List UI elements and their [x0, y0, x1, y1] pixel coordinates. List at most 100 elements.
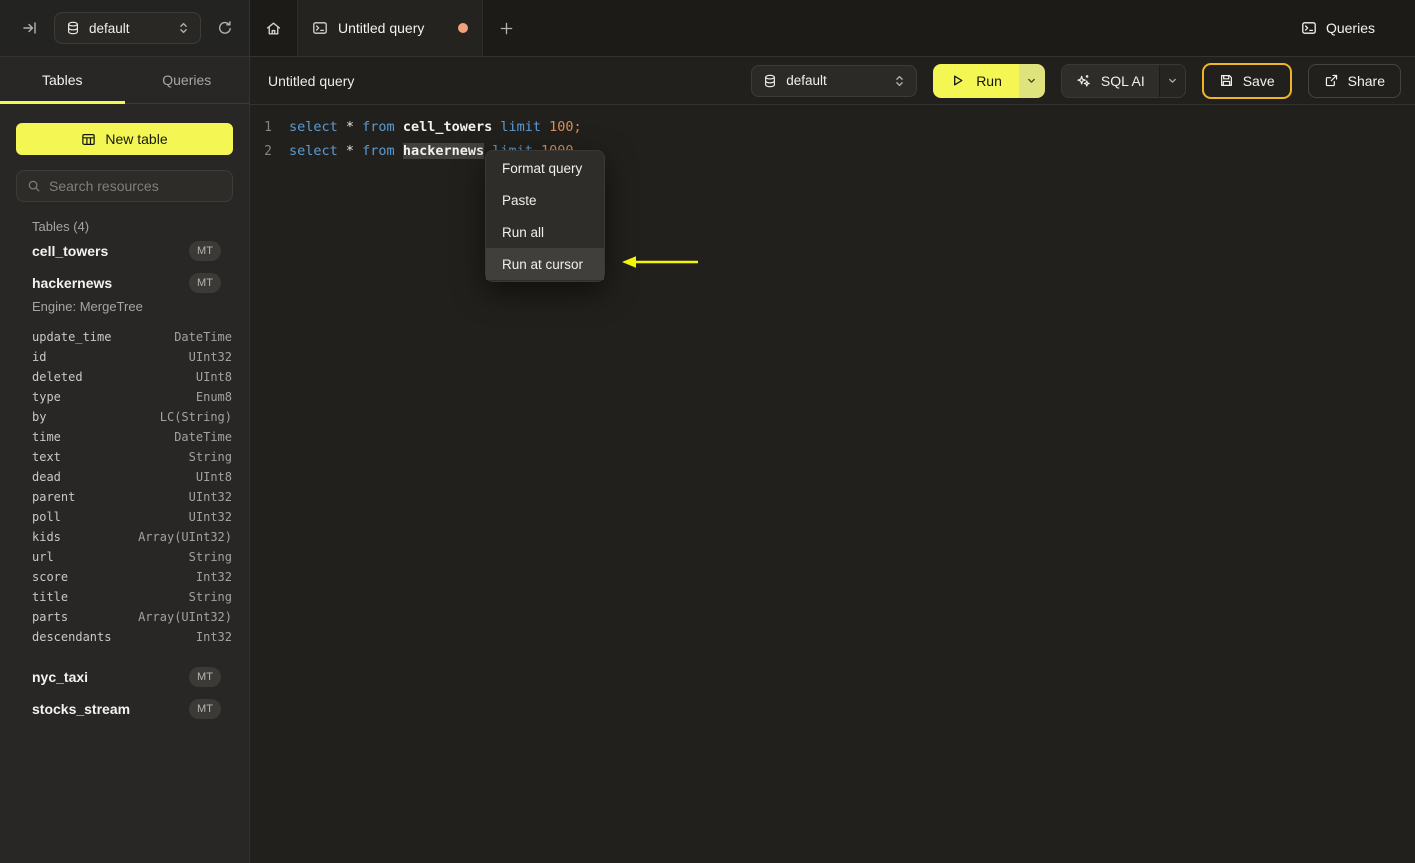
search-input[interactable]: [49, 178, 230, 194]
home-icon: [265, 20, 282, 37]
line-number: 1: [264, 119, 272, 135]
save-button[interactable]: Save: [1201, 62, 1292, 99]
context-menu-item-paste[interactable]: Paste: [486, 184, 604, 216]
column-name: descendants: [32, 630, 112, 644]
column-type: Int32: [195, 570, 232, 584]
sidebar-tabs: Tables Queries: [0, 57, 249, 104]
column-name: text: [32, 450, 61, 464]
sql-ai-button-label: SQL AI: [1100, 72, 1145, 89]
column-type: String: [188, 450, 232, 464]
column-row: update_time DateTime: [0, 327, 249, 347]
database-selector-value: default: [89, 20, 130, 36]
queries-button[interactable]: Queries: [1301, 0, 1375, 56]
column-type: DateTime: [174, 330, 232, 344]
code-line-2: 2 select * from hackernews limit 1000: [250, 139, 1415, 163]
sparkle-icon: [1076, 73, 1091, 88]
column-type: String: [188, 550, 232, 564]
sidebar-tab-tables[interactable]: Tables: [0, 57, 125, 104]
sidebar-tab-queries[interactable]: Queries: [125, 57, 250, 103]
column-row: type Enum8: [0, 387, 249, 407]
sidebar-content: New table Tables (4) cell_towers: [0, 104, 249, 725]
table-engine-label: Engine: MergeTree: [32, 299, 143, 314]
column-type: UInt8: [195, 370, 232, 384]
new-tab-button[interactable]: [483, 0, 529, 56]
sql-ai-button[interactable]: SQL AI: [1060, 63, 1186, 98]
column-type: String: [188, 590, 232, 604]
top-bar: default Untitled query Queries: [0, 0, 1415, 57]
toolbar-database-selector[interactable]: default: [751, 64, 918, 97]
code-text: select * from cell_towers limit 100;: [289, 119, 582, 135]
sql-keyword: select: [289, 119, 346, 135]
tables-section-label: Tables (4): [32, 219, 90, 234]
column-row: dead UInt8: [0, 467, 249, 487]
table-name: cell_towers: [32, 243, 109, 259]
table-row-stocks-stream[interactable]: stocks_stream MT: [0, 693, 249, 725]
engine-badge: MT: [189, 667, 221, 687]
app-window: default Untitled query Queries Tables Qu…: [0, 0, 1415, 863]
column-row: time DateTime: [0, 427, 249, 447]
run-button[interactable]: Run: [933, 63, 1045, 98]
editor-context-menu: Format query Paste Run all Run at cursor: [485, 150, 605, 282]
annotation-arrow-left-icon: [620, 255, 700, 269]
table-row-cell-towers[interactable]: cell_towers MT: [0, 235, 249, 267]
column-type: Int32: [195, 630, 232, 644]
engine-badge: MT: [189, 273, 221, 293]
column-type: Enum8: [195, 390, 232, 404]
column-name: update_time: [32, 330, 112, 344]
updown-chevrons-icon: [894, 74, 905, 88]
collapse-sidebar-button[interactable]: [16, 14, 44, 42]
run-button-main[interactable]: Run: [933, 63, 1019, 98]
column-row: deleted UInt8: [0, 367, 249, 387]
column-row: id UInt32: [0, 347, 249, 367]
column-row: score Int32: [0, 567, 249, 587]
context-menu-item-run-all[interactable]: Run all: [486, 216, 604, 248]
table-row-hackernews[interactable]: hackernews MT: [0, 267, 249, 299]
column-row: poll UInt32: [0, 507, 249, 527]
table-icon: [81, 132, 96, 147]
tab-untitled-query[interactable]: Untitled query: [297, 0, 483, 56]
column-type: LC(String): [159, 410, 232, 424]
share-button[interactable]: Share: [1307, 63, 1401, 98]
table-name: hackernews: [32, 275, 113, 291]
refresh-button[interactable]: [211, 14, 239, 42]
table-row-nyc-taxi[interactable]: nyc_taxi MT: [0, 661, 249, 693]
column-name: kids: [32, 530, 61, 544]
column-name: dead: [32, 470, 61, 484]
column-row: text String: [0, 447, 249, 467]
sql-editor[interactable]: 1 select * from cell_towers limit 100; 2…: [250, 105, 1415, 863]
context-menu-item-format-query[interactable]: Format query: [486, 152, 604, 184]
database-selector[interactable]: default: [54, 12, 201, 44]
column-name: deleted: [32, 370, 83, 384]
updown-chevrons-icon: [178, 21, 189, 35]
column-type: UInt32: [188, 350, 232, 364]
query-toolbar: Untitled query default Run SQL AI Save S…: [250, 57, 1415, 105]
sql-keyword: from: [362, 143, 403, 159]
column-row: title String: [0, 587, 249, 607]
context-menu-item-run-at-cursor[interactable]: Run at cursor: [486, 248, 604, 280]
column-row: parent UInt32: [0, 487, 249, 507]
line-number: 2: [264, 143, 272, 159]
column-name: type: [32, 390, 61, 404]
top-bar-left: default: [0, 0, 250, 56]
query-title: Untitled query: [268, 72, 355, 89]
sql-ai-dropdown[interactable]: [1158, 64, 1185, 97]
search-icon: [27, 179, 41, 193]
new-table-button[interactable]: New table: [16, 123, 233, 155]
code-line-1: 1 select * from cell_towers limit 100;: [250, 115, 1415, 139]
terminal-icon: [312, 20, 328, 36]
column-name: parent: [32, 490, 76, 504]
column-row: kids Array(UInt32): [0, 527, 249, 547]
sql-keyword: select: [289, 143, 346, 159]
tab-label: Untitled query: [338, 20, 425, 36]
column-name: time: [32, 430, 61, 444]
main-area: Untitled query default Run SQL AI Save S…: [250, 57, 1415, 863]
chevron-down-icon: [1026, 75, 1037, 86]
run-options-dropdown[interactable]: [1018, 63, 1045, 98]
home-button[interactable]: [250, 0, 297, 56]
column-list: update_time DateTime id UInt32 deleted UInt…: [0, 327, 249, 647]
column-name: poll: [32, 510, 61, 524]
search-box: [16, 170, 233, 202]
sql-star: *: [345, 143, 363, 159]
sql-ai-button-main[interactable]: SQL AI: [1061, 64, 1159, 97]
sql-table-name-selected: hackernews: [402, 143, 485, 159]
